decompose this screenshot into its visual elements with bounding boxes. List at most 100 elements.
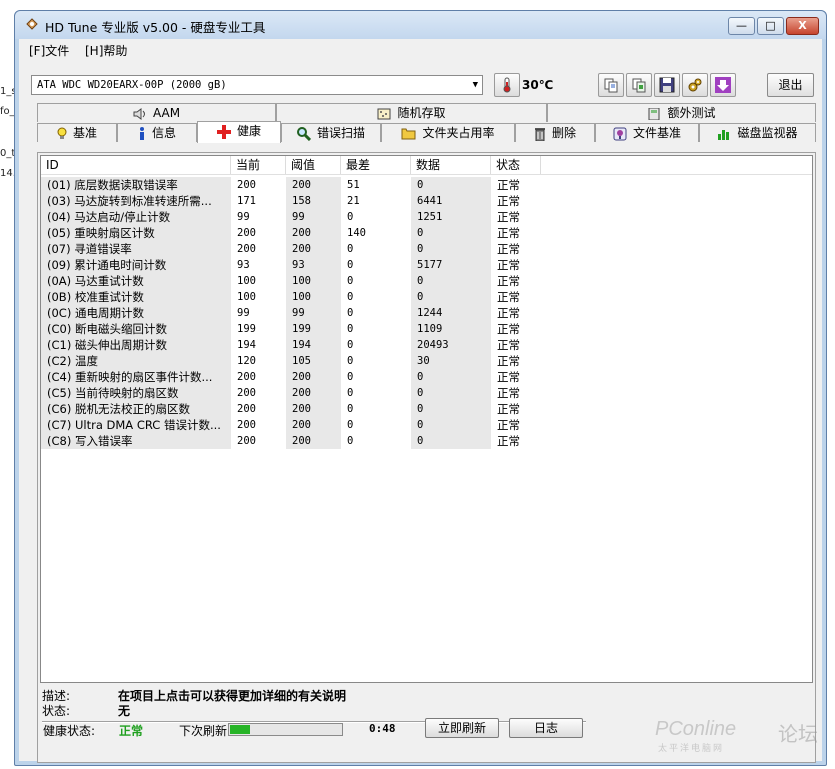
raw-data-value: 1251 (411, 209, 491, 225)
background-window-strip: 1_s fo_ 0_t 14. (0, 0, 17, 769)
current-value: 200 (237, 419, 256, 431)
menu-file[interactable]: [F]文件 (29, 42, 69, 59)
smart-attribute-list[interactable]: ID 当前 阈值 最差 数据 状态 (01) 底层数据读取错误率 200 200 51… (40, 155, 813, 683)
table-row[interactable]: (C1) 磁头伸出周期计数 194 194 0 20493 正常 (41, 337, 812, 353)
refresh-progress-fill (230, 725, 250, 734)
thermometer-icon (503, 77, 511, 93)
table-row[interactable]: (0A) 马达重试计数 100 100 0 0 正常 (41, 273, 812, 289)
tab-label: 基准 (72, 126, 97, 140)
attribute-status: 正常 (497, 338, 520, 352)
exit-button[interactable]: 退出 (767, 73, 814, 97)
current-value: 200 (237, 227, 256, 239)
attribute-name: (04) 马达启动/停止计数 (41, 209, 231, 225)
table-row[interactable]: (C4) 重新映射的扇区事件计数... 200 200 0 0 正常 (41, 369, 812, 385)
threshold-value: 200 (286, 385, 341, 401)
worst-value: 0 (347, 387, 354, 399)
column-header-current[interactable]: 当前 (231, 156, 286, 174)
gear-icon (688, 78, 702, 92)
tab-info[interactable]: 信息 (117, 123, 197, 142)
table-row[interactable]: (04) 马达启动/停止计数 99 99 0 1251 正常 (41, 209, 812, 225)
raw-data-value: 1244 (411, 305, 491, 321)
worst-value: 0 (347, 243, 354, 255)
table-row[interactable]: (0B) 校准重试计数 100 100 0 0 正常 (41, 289, 812, 305)
tab-label: 信息 (151, 126, 176, 140)
current-value: 99 (237, 307, 250, 319)
raw-data-value: 0 (411, 241, 491, 257)
tab-random-access[interactable]: 随机存取 (276, 103, 547, 122)
table-row[interactable]: (01) 底层数据读取错误率 200 200 51 0 正常 (41, 177, 812, 193)
chevron-down-icon[interactable]: ▼ (473, 76, 478, 94)
table-row[interactable]: (C7) Ultra DMA CRC 错误计数... 200 200 0 0 正常 (41, 417, 812, 433)
client-area: [F]文件 [H]帮助 ATA WDC WD20EARX-00P (2000 g… (19, 39, 822, 763)
table-row[interactable]: (09) 累计通电时间计数 93 93 0 5177 正常 (41, 257, 812, 273)
table-row[interactable]: (07) 寻道错误率 200 200 0 0 正常 (41, 241, 812, 257)
current-value: 200 (237, 179, 256, 191)
current-value: 199 (237, 323, 256, 335)
minimize-button[interactable]: — (728, 17, 755, 35)
temperature-button[interactable] (494, 73, 520, 97)
table-row[interactable]: (C6) 脱机无法校正的扇区数 200 200 0 0 正常 (41, 401, 812, 417)
attribute-status: 正常 (497, 194, 520, 208)
title-bar[interactable]: HD Tune 专业版 v5.00 - 硬盘专业工具 — □ X (15, 11, 826, 39)
attribute-status: 正常 (497, 386, 520, 400)
attribute-status: 正常 (497, 178, 520, 192)
refresh-now-button[interactable]: 立即刷新 (425, 718, 499, 738)
menu-help[interactable]: [H]帮助 (85, 42, 127, 59)
bar-monitor-icon (718, 130, 730, 140)
current-value: 194 (237, 339, 256, 351)
attribute-status: 正常 (497, 258, 520, 272)
threshold-value: 200 (286, 417, 341, 433)
copy-screenshot-button[interactable] (626, 73, 652, 97)
column-header-data[interactable]: 数据 (411, 156, 491, 174)
current-value: 100 (237, 275, 256, 287)
worst-value: 0 (347, 323, 354, 335)
health-panel: ID 当前 阈值 最差 数据 状态 (01) 底层数据读取错误率 200 200 51… (37, 152, 816, 763)
table-row[interactable]: (C0) 断电磁头缩回计数 199 199 0 1109 正常 (41, 321, 812, 337)
tab-folder-usage[interactable]: 文件夹占用率 (381, 123, 515, 142)
tab-health[interactable]: 健康 (197, 121, 281, 143)
tab-label: 删除 (551, 126, 576, 140)
column-header-threshold[interactable]: 阈值 (286, 156, 341, 174)
table-row[interactable]: (C8) 写入错误率 200 200 0 0 正常 (41, 433, 812, 449)
table-row[interactable]: (05) 重映射扇区计数 200 200 140 0 正常 (41, 225, 812, 241)
attribute-status: 正常 (497, 306, 520, 320)
tab-aam[interactable]: AAM (37, 103, 276, 122)
table-row[interactable]: (0C) 通电周期计数 99 99 0 1244 正常 (41, 305, 812, 321)
refresh-countdown: 0:48 (369, 722, 396, 735)
tab-row-lower: 基准 信息 健康 错误扫描 文件夹占用率 删除 文件基准 磁盘监视器 (37, 121, 816, 152)
table-row[interactable]: (03) 马达旋转到标准转速所需... 171 158 21 6441 正常 (41, 193, 812, 209)
download-button[interactable] (710, 73, 736, 97)
worst-value: 0 (347, 339, 354, 351)
tab-extra-tests[interactable]: 额外测试 (547, 103, 816, 122)
attribute-name: (01) 底层数据读取错误率 (41, 177, 231, 193)
column-header-id[interactable]: ID (41, 156, 231, 174)
column-header-status[interactable]: 状态 (491, 156, 541, 174)
attribute-name: (05) 重映射扇区计数 (41, 225, 231, 241)
tab-file-benchmark[interactable]: 文件基准 (595, 123, 699, 142)
status-label: 状态: (42, 704, 71, 718)
worst-value: 0 (347, 259, 354, 271)
table-row[interactable]: (C2) 温度 120 105 0 30 正常 (41, 353, 812, 369)
table-row[interactable]: (C5) 当前待映射的扇区数 200 200 0 0 正常 (41, 385, 812, 401)
tab-error-scan[interactable]: 错误扫描 (281, 123, 381, 142)
tab-label: 健康 (236, 124, 261, 138)
copy-info-button[interactable] (598, 73, 624, 97)
current-value: 120 (237, 355, 256, 367)
current-value: 171 (237, 195, 256, 207)
attribute-name: (03) 马达旋转到标准转速所需... (41, 193, 231, 209)
maximize-button[interactable]: □ (757, 17, 784, 35)
raw-data-value: 0 (411, 433, 491, 449)
attribute-status: 正常 (497, 242, 520, 256)
attribute-name: (C7) Ultra DMA CRC 错误计数... (41, 417, 231, 433)
drive-select[interactable]: ATA WDC WD20EARX-00P (2000 gB) ▼ (31, 75, 483, 95)
options-button[interactable] (682, 73, 708, 97)
tab-disk-monitor[interactable]: 磁盘监视器 (699, 123, 816, 142)
column-header-worst[interactable]: 最差 (341, 156, 411, 174)
next-refresh-label: 下次刷新: (179, 724, 232, 738)
close-button[interactable]: X (786, 17, 819, 35)
log-button[interactable]: 日志 (509, 718, 583, 738)
tab-benchmark[interactable]: 基准 (37, 123, 117, 142)
tab-erase[interactable]: 删除 (515, 123, 595, 142)
watermark-brand-sub: 太平洋电脑网 (658, 744, 725, 754)
save-button[interactable] (654, 73, 680, 97)
